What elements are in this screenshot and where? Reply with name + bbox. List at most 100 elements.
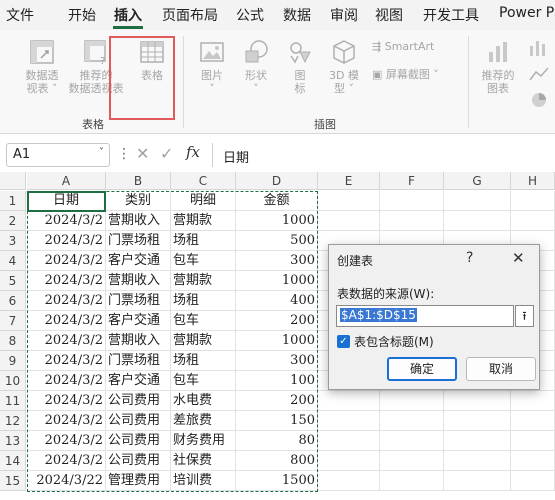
cell[interactable]: 社保费 xyxy=(171,451,236,471)
cell[interactable]: 2024/3/2 xyxy=(27,231,106,251)
cell[interactable]: 场租 xyxy=(171,351,236,371)
cell[interactable]: 客户交通 xyxy=(106,311,171,331)
row-header[interactable]: 7 xyxy=(0,311,26,331)
cell[interactable] xyxy=(444,471,511,491)
cell[interactable]: 门票场租 xyxy=(106,291,171,311)
cell[interactable]: 1000 xyxy=(236,211,318,231)
cell[interactable] xyxy=(511,391,555,411)
row-header[interactable]: 13 xyxy=(0,431,26,451)
range-input[interactable]: $A$1:$D$15 xyxy=(336,305,514,327)
cancel-icon[interactable]: ✕ xyxy=(136,144,149,163)
cell[interactable] xyxy=(380,391,444,411)
cell[interactable]: 公司费用 xyxy=(106,411,171,431)
cell[interactable]: 营期款 xyxy=(171,271,236,291)
pie-chart-button[interactable] xyxy=(524,90,554,113)
cell[interactable] xyxy=(444,431,511,451)
cell[interactable]: 150 xyxy=(236,411,318,431)
check-icon[interactable]: ✓ xyxy=(160,144,173,163)
pivot-table-button[interactable]: 数据透 视表 ˅ xyxy=(16,38,68,95)
more-vertical-icon[interactable]: ⋮ xyxy=(117,146,131,162)
cell[interactable]: 2024/3/22 xyxy=(27,471,106,491)
row-header[interactable]: 4 xyxy=(0,251,26,271)
chevron-down-icon[interactable]: ˅ xyxy=(99,147,104,158)
cell[interactable]: 800 xyxy=(236,451,318,471)
column-header-f[interactable]: F xyxy=(380,172,444,190)
ok-button[interactable]: 确定 xyxy=(387,357,457,381)
cell[interactable] xyxy=(318,191,380,211)
cell[interactable]: 2024/3/2 xyxy=(27,451,106,471)
row-header[interactable]: 6 xyxy=(0,291,26,311)
collapse-dialog-icon[interactable]: ⭱ xyxy=(515,305,534,327)
column-header-c[interactable]: C xyxy=(171,172,236,190)
cell[interactable] xyxy=(380,471,444,491)
menu-insert[interactable]: 插入 xyxy=(114,5,142,25)
cell[interactable]: 类别 xyxy=(106,191,171,211)
cell[interactable] xyxy=(380,411,444,431)
row-header[interactable]: 5 xyxy=(0,271,26,291)
row-header[interactable]: 2 xyxy=(0,211,26,231)
cell[interactable] xyxy=(318,451,380,471)
cell[interactable]: 营期收入 xyxy=(106,271,171,291)
shapes-button[interactable]: 形状 ˅ xyxy=(236,38,276,95)
pictures-button[interactable]: 图片 ˅ xyxy=(192,38,232,95)
menu-formulas[interactable]: 公式 xyxy=(236,5,264,25)
row-header[interactable]: 11 xyxy=(0,391,26,411)
cell[interactable]: 管理费用 xyxy=(106,471,171,491)
cell[interactable]: 2024/3/2 xyxy=(27,311,106,331)
cell[interactable]: 营期收入 xyxy=(106,331,171,351)
line-chart-button[interactable] xyxy=(524,64,554,87)
menu-power-pivot[interactable]: Power Pi xyxy=(499,5,555,21)
cell[interactable]: 场租 xyxy=(171,231,236,251)
cell[interactable] xyxy=(380,211,444,231)
cell[interactable] xyxy=(511,211,555,231)
cell[interactable]: 2024/3/2 xyxy=(27,211,106,231)
cell[interactable]: 300 xyxy=(236,351,318,371)
cell[interactable]: 80 xyxy=(236,431,318,451)
column-header-g[interactable]: G xyxy=(444,172,511,190)
cell[interactable] xyxy=(318,411,380,431)
cell[interactable]: 客户交通 xyxy=(106,371,171,391)
has-headers-checkbox[interactable]: ✓ xyxy=(337,335,350,348)
cell[interactable]: 财务费用 xyxy=(171,431,236,451)
cell[interactable] xyxy=(318,211,380,231)
cell[interactable] xyxy=(511,191,555,211)
cell[interactable]: 公司费用 xyxy=(106,431,171,451)
cell[interactable]: 包车 xyxy=(171,311,236,331)
smartart-button[interactable]: ⇶ SmartArt xyxy=(372,40,434,53)
cell[interactable]: 2024/3/2 xyxy=(27,331,106,351)
cell[interactable]: 培训费 xyxy=(171,471,236,491)
row-header[interactable]: 10 xyxy=(0,371,26,391)
column-chart-button[interactable] xyxy=(524,38,554,61)
menu-home[interactable]: 开始 xyxy=(68,5,96,25)
cell[interactable] xyxy=(318,431,380,451)
cell[interactable]: 2024/3/2 xyxy=(27,371,106,391)
menu-review[interactable]: 审阅 xyxy=(330,5,358,25)
cell[interactable]: 400 xyxy=(236,291,318,311)
cell[interactable]: 2024/3/2 xyxy=(27,431,106,451)
cell[interactable] xyxy=(511,411,555,431)
cell[interactable] xyxy=(380,431,444,451)
cell[interactable]: 2024/3/2 xyxy=(27,351,106,371)
menu-page-layout[interactable]: 页面布局 xyxy=(162,5,218,25)
cell[interactable] xyxy=(444,451,511,471)
column-header-d[interactable]: D xyxy=(236,172,318,190)
cell[interactable]: 2024/3/2 xyxy=(27,271,106,291)
menu-data[interactable]: 数据 xyxy=(283,5,311,25)
row-header[interactable]: 9 xyxy=(0,351,26,371)
column-header-a[interactable]: A xyxy=(27,172,106,190)
cell[interactable]: 公司费用 xyxy=(106,451,171,471)
cell[interactable]: 门票场租 xyxy=(106,231,171,251)
cell[interactable]: 营期款 xyxy=(171,211,236,231)
cell[interactable] xyxy=(511,451,555,471)
row-header[interactable]: 14 xyxy=(0,451,26,471)
cell[interactable] xyxy=(444,191,511,211)
cell[interactable]: 包车 xyxy=(171,371,236,391)
cell[interactable]: 金额 xyxy=(236,191,318,211)
column-header-b[interactable]: B xyxy=(106,172,171,190)
cell[interactable] xyxy=(444,411,511,431)
row-header[interactable]: 15 xyxy=(0,471,26,491)
cell[interactable] xyxy=(444,211,511,231)
name-box[interactable]: A1 ˅ xyxy=(6,143,110,167)
cell[interactable]: 场租 xyxy=(171,291,236,311)
cell[interactable] xyxy=(318,471,380,491)
